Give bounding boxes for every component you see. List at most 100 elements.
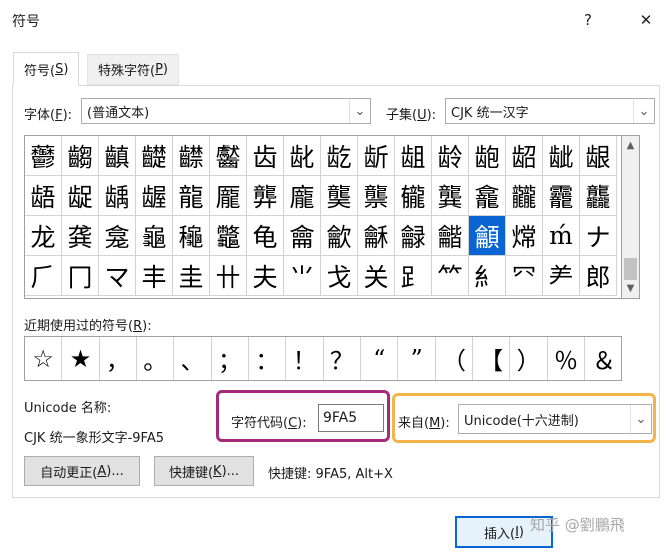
symbol-cell[interactable]: 龂 — [358, 136, 395, 176]
symbol-cell[interactable]: ḿ — [543, 216, 580, 256]
symbol-cell[interactable]: 䖇 — [25, 136, 62, 176]
recent-symbol[interactable]: ” — [398, 337, 436, 380]
symbol-cell[interactable]: 龐 — [284, 176, 321, 216]
chevron-down-icon: ⌄ — [349, 99, 370, 123]
font-dropdown[interactable]: (普通文本) ⌄ — [81, 98, 371, 124]
symbol-cell[interactable]: 龝 — [173, 216, 210, 256]
symbol-cell[interactable]: 龇 — [543, 136, 580, 176]
symbol-cell[interactable]: 龛 — [99, 216, 136, 256]
symbol-cell[interactable]: 齽 — [173, 136, 210, 176]
symbol-cell[interactable]: 夫 — [247, 256, 284, 296]
recent-symbol[interactable]: “ — [361, 337, 399, 380]
symbol-cell[interactable]: 冂 — [62, 256, 99, 296]
symbol-cell[interactable]: 齼 — [136, 136, 173, 176]
symbol-cell[interactable]: 戈 — [321, 256, 358, 296]
scroll-down-icon[interactable]: ▼ — [622, 280, 639, 297]
symbol-cell[interactable]: 龚 — [62, 216, 99, 256]
symbol-cell[interactable]: 龟 — [247, 216, 284, 256]
help-button[interactable]: ? — [571, 4, 605, 36]
subset-dropdown[interactable]: CJK 统一汉字 ⌄ — [445, 98, 655, 124]
symbol-grid-scrollbar[interactable]: ▲ ▼ — [622, 135, 640, 299]
symbol-cell[interactable]: 齾 — [210, 136, 247, 176]
symbol-cell[interactable]: 齺 — [62, 136, 99, 176]
scrollbar-thumb[interactable] — [624, 258, 637, 280]
symbol-cell[interactable]: 龑 — [321, 176, 358, 216]
symbol-cell[interactable]: 龄 — [432, 136, 469, 176]
recent-symbol[interactable]: ★ — [62, 337, 100, 380]
recent-symbol[interactable]: ！ — [286, 337, 324, 380]
recent-symbol[interactable]: ？ — [324, 337, 362, 380]
title-bar: 符号 ? ✕ — [0, 0, 672, 40]
recent-symbol[interactable]: ： — [249, 337, 287, 380]
symbol-cell[interactable]: 龆 — [506, 136, 543, 176]
recent-symbol[interactable]: 【 — [473, 337, 511, 380]
symbol-cell[interactable]: ⺁ — [25, 256, 62, 296]
symbol-cell[interactable]: 齻 — [99, 136, 136, 176]
recent-symbol[interactable]: ； — [212, 337, 250, 380]
close-button[interactable]: ✕ — [629, 4, 663, 36]
symbol-cell[interactable]: 龁 — [321, 136, 358, 176]
symbol-cell[interactable]: 龎 — [210, 176, 247, 216]
symbol-cell[interactable]: 龡 — [321, 216, 358, 256]
symbol-cell[interactable]: 龜 — [136, 216, 173, 256]
symbol-cell[interactable]: ⺌ — [284, 256, 321, 296]
symbol-cell[interactable]: マ — [99, 256, 136, 296]
symbol-cell[interactable]: 圭 — [173, 256, 210, 296]
symbol-cell[interactable]: 龃 — [395, 136, 432, 176]
symbol-cell[interactable]: 龉 — [25, 176, 62, 216]
symbol-cell[interactable]: 龋 — [99, 176, 136, 216]
symbol-cell[interactable]: 龠 — [284, 216, 321, 256]
scroll-up-icon[interactable]: ▲ — [622, 137, 639, 154]
symbol-cell[interactable]: 龅 — [469, 136, 506, 176]
recent-symbol[interactable]: 、 — [174, 337, 212, 380]
recent-symbol[interactable]: ， — [100, 337, 138, 380]
symbol-cell[interactable]: 关 — [358, 256, 395, 296]
symbol-cell-selected[interactable]: 龥 — [469, 216, 506, 256]
symbol-cell[interactable]: 龘 — [580, 176, 617, 216]
symbol-cell[interactable]: 龒 — [358, 176, 395, 216]
symbol-cell[interactable]: 龕 — [469, 176, 506, 216]
symbol-cell[interactable]: 卄 — [210, 256, 247, 296]
recent-symbol[interactable]: ＆ — [585, 337, 622, 380]
symbol-cell[interactable]: ⺶ — [543, 256, 580, 296]
autocorrect-button[interactable]: 自动更正(A)... — [24, 456, 140, 486]
font-label: 字体(F): — [24, 108, 73, 123]
tab-special-characters[interactable]: 特殊字符(P) — [87, 54, 179, 85]
symbol-cell[interactable]: 龌 — [136, 176, 173, 216]
tab-symbols[interactable]: 符号(S) — [13, 52, 80, 86]
recent-symbol[interactable]: ） — [510, 337, 548, 380]
symbol-cell[interactable]: ⻊ — [395, 256, 432, 296]
symbol-cell[interactable]: 龔 — [432, 176, 469, 216]
symbol-cell[interactable]: 龍 — [173, 176, 210, 216]
symbol-cell[interactable]: 龢 — [358, 216, 395, 256]
symbol-cell[interactable]: 龣 — [395, 216, 432, 256]
symbol-cell[interactable]: 龊 — [62, 176, 99, 216]
symbol-cell[interactable]: ⺳ — [506, 256, 543, 296]
symbol-cell[interactable]: ⺯ — [469, 256, 506, 296]
recent-symbol[interactable]: ％ — [548, 337, 586, 380]
symbol-cell[interactable]: 龗 — [543, 176, 580, 216]
window-title: 符号 — [12, 14, 40, 30]
recent-symbol[interactable]: ☆ — [25, 337, 63, 380]
symbol-cell[interactable]: 龏 — [247, 176, 284, 216]
symbol-cell[interactable]: 龞 — [210, 216, 247, 256]
symbol-cell[interactable]: 龦 — [506, 216, 543, 256]
symbol-grid[interactable]: 䖇齺齻齼齽齾齿龀龁龂龃龄龅龆龇龈龉龊龋龌龍龎龏龐龑龒龓龔龕龖龗龘龙龚龛龜龝龞龟龠… — [24, 135, 622, 299]
font-value: (普通文本) — [87, 105, 150, 121]
symbol-cell[interactable]: 齿 — [247, 136, 284, 176]
symbol-cell[interactable]: 龖 — [506, 176, 543, 216]
recent-symbol[interactable]: （ — [436, 337, 474, 380]
symbol-cell[interactable]: ⺮ — [432, 256, 469, 296]
symbol-cell[interactable]: 龤 — [432, 216, 469, 256]
recent-symbol[interactable]: 。 — [137, 337, 175, 380]
symbol-cell[interactable]: 丰 — [136, 256, 173, 296]
symbol-cell[interactable]: 龓 — [395, 176, 432, 216]
character-code-input[interactable]: 9FA5 — [318, 404, 384, 432]
symbol-cell[interactable]: 龙 — [25, 216, 62, 256]
symbol-cell[interactable]: ナ — [580, 216, 617, 256]
from-dropdown[interactable]: Unicode(十六进制) ⌄ — [458, 404, 652, 434]
symbol-cell[interactable]: 龀 — [284, 136, 321, 176]
symbol-cell[interactable]: 郎 — [580, 256, 617, 296]
symbol-cell[interactable]: 龈 — [580, 136, 617, 176]
shortcut-key-button[interactable]: 快捷键(K)... — [154, 456, 254, 486]
